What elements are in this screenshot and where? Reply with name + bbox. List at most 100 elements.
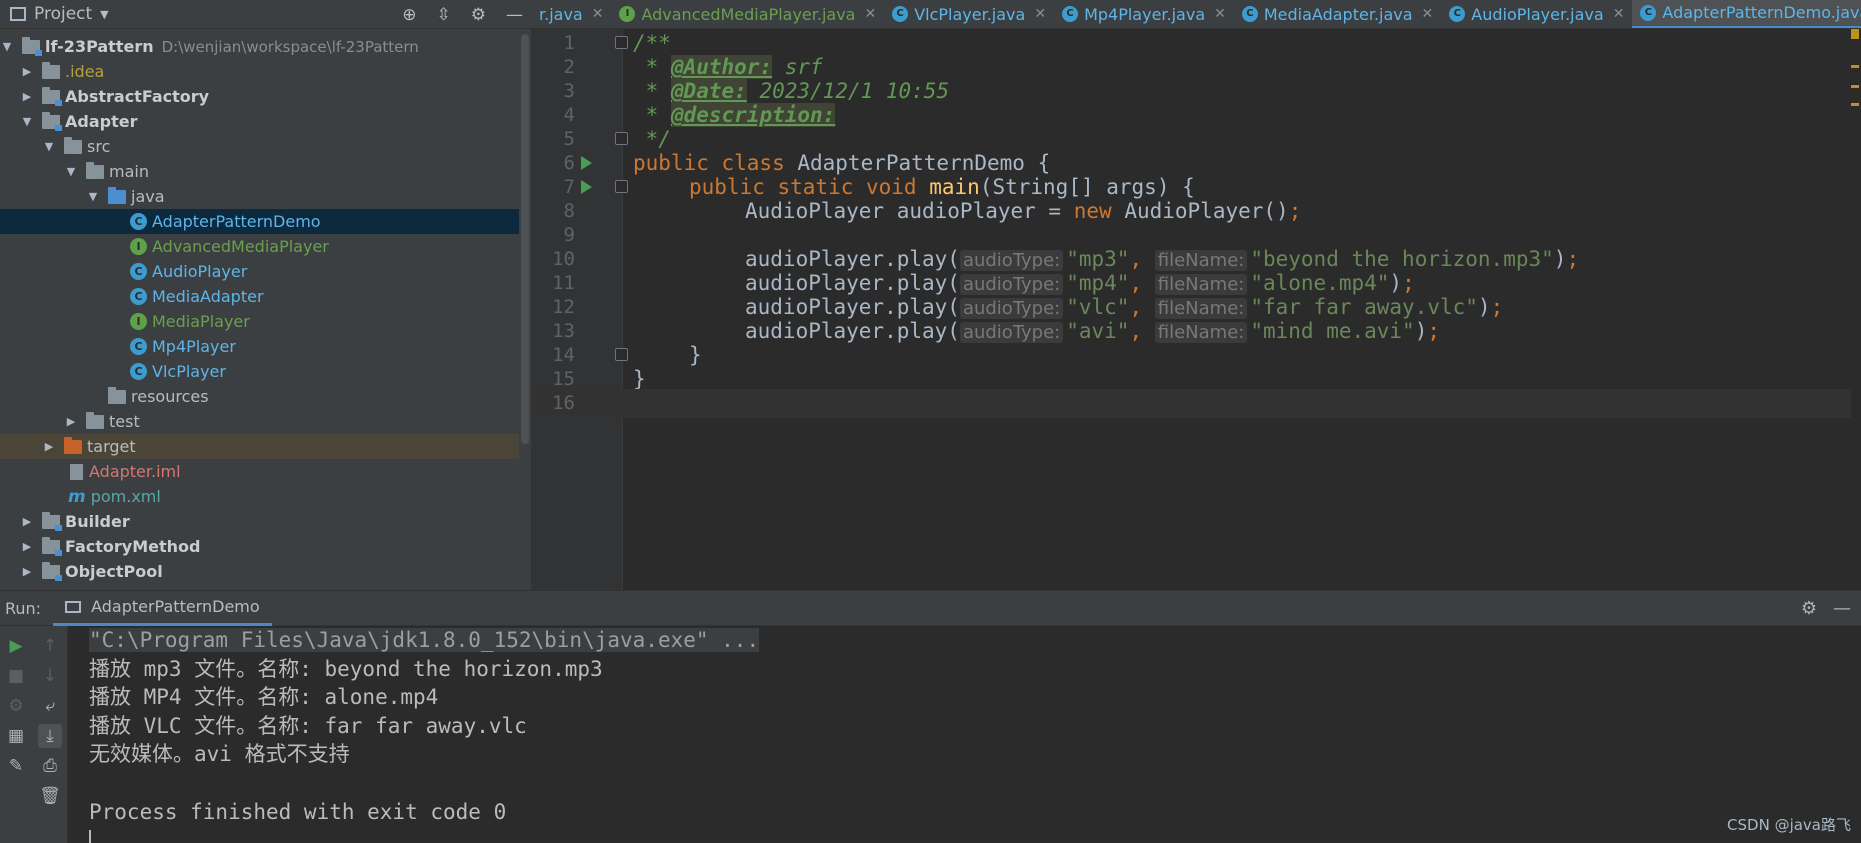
tree-item-main[interactable]: ▼ main xyxy=(0,159,519,184)
tree-item-mp4player[interactable]: C Mp4Player xyxy=(0,334,519,359)
stop-icon[interactable]: ■ xyxy=(4,664,28,688)
class-icon: C xyxy=(1241,6,1258,22)
debug-settings-icon[interactable]: ⚙ xyxy=(4,694,28,718)
tree-item-vlcplayer[interactable]: C VlcPlayer xyxy=(0,359,519,384)
warning-marker[interactable] xyxy=(1851,29,1859,39)
tree-item-root[interactable]: ▼ lf-23Pattern D:\wenjian\workspace\lf-2… xyxy=(0,34,519,59)
tab-audioplayer[interactable]: C AudioPlayer.java ✕ xyxy=(1441,0,1632,28)
tree-item-label: pom.xml xyxy=(90,487,161,506)
run-panel-header: Run: AdapterPatternDemo ⚙ — xyxy=(0,590,1861,626)
chevron-right-icon[interactable]: ▶ xyxy=(42,440,56,453)
chevron-down-icon[interactable]: ▼ xyxy=(64,165,78,178)
warning-marker[interactable] xyxy=(1851,103,1859,106)
run-gutter-icon[interactable] xyxy=(581,156,592,170)
layout-icon[interactable]: ▦ xyxy=(4,724,28,748)
tree-item-mediaplayer[interactable]: I MediaPlayer xyxy=(0,309,519,334)
fold-icon[interactable] xyxy=(615,180,628,193)
tree-item-advancedmediaplayer[interactable]: I AdvancedMediaPlayer xyxy=(0,234,519,259)
console-command[interactable]: "C:\Program Files\Java\jdk1.8.0_152\bin\… xyxy=(89,628,760,652)
line-number: 10 xyxy=(552,248,575,271)
fold-icon[interactable] xyxy=(615,36,628,49)
close-icon[interactable]: ✕ xyxy=(592,6,604,22)
minimize-icon[interactable]: — xyxy=(506,5,523,25)
fold-icon[interactable] xyxy=(615,132,628,145)
close-icon[interactable]: ✕ xyxy=(1422,6,1434,22)
chevron-down-icon[interactable]: ▼ xyxy=(42,140,56,153)
line-number: 16 xyxy=(552,392,575,415)
tree-item-audioplayer[interactable]: C AudioPlayer xyxy=(0,259,519,284)
trash-icon[interactable]: 🗑 xyxy=(38,784,62,808)
project-view-title[interactable]: Project xyxy=(34,4,92,24)
tree-item-abstractfactory[interactable]: ▶ AbstractFactory xyxy=(0,84,519,109)
minimize-icon[interactable]: — xyxy=(1833,598,1851,619)
run-gutter-icon[interactable] xyxy=(581,180,592,194)
module-folder-icon xyxy=(42,561,62,581)
tree-item-resources[interactable]: resources xyxy=(0,384,519,409)
line-number: 12 xyxy=(552,296,575,319)
collapse-all-icon[interactable]: ⇳ xyxy=(437,5,451,25)
tab-advancedmediaplayer[interactable]: I AdvancedMediaPlayer.java ✕ xyxy=(611,0,884,28)
warning-marker[interactable] xyxy=(1851,85,1859,88)
tab-mediaadapter[interactable]: C MediaAdapter.java ✕ xyxy=(1234,0,1441,28)
folder-icon xyxy=(86,411,104,429)
tree-item-java[interactable]: ▼ java xyxy=(0,184,519,209)
chevron-right-icon[interactable]: ▶ xyxy=(20,540,34,553)
code-editor[interactable]: 1 /** 2 * @Author: srf 3 * @Date: 2023/1… xyxy=(531,29,1861,590)
close-icon[interactable]: ✕ xyxy=(1613,6,1625,22)
chevron-down-icon[interactable]: ▼ xyxy=(86,190,100,203)
editor-error-stripe[interactable] xyxy=(1849,29,1861,590)
chevron-right-icon[interactable]: ▶ xyxy=(20,65,34,78)
tree-item-objectpool[interactable]: ▶ ObjectPool xyxy=(0,559,519,584)
chevron-right-icon[interactable]: ▶ xyxy=(20,90,34,103)
tab-adapterpatterndemo[interactable]: C AdapterPatternDemo.java ✕ xyxy=(1632,0,1861,28)
tree-item-target[interactable]: ▶ target xyxy=(0,434,519,459)
project-tree: ▼ lf-23Pattern D:\wenjian\workspace\lf-2… xyxy=(0,34,519,584)
locate-icon[interactable]: ⊕ xyxy=(402,5,416,25)
tree-item-mediaadapter[interactable]: C MediaAdapter xyxy=(0,284,519,309)
tree-item-adapterpatterndemo[interactable]: C AdapterPatternDemo xyxy=(0,209,519,234)
tab-r-java[interactable]: r.java ✕ xyxy=(531,0,611,28)
chevron-down-icon[interactable]: ▼ xyxy=(20,115,34,128)
tree-item-idea[interactable]: ▶ .idea xyxy=(0,59,519,84)
soft-wrap-icon[interactable]: ⤶ xyxy=(38,694,62,718)
tab-mp4player[interactable]: C Mp4Player.java ✕ xyxy=(1054,0,1234,28)
code-text: /** xyxy=(633,31,671,56)
pin-icon[interactable]: ✎ xyxy=(4,754,28,778)
chevron-down-icon[interactable]: ▼ xyxy=(0,40,14,53)
print-icon[interactable]: ⎙ xyxy=(38,754,62,778)
tree-item-test[interactable]: ▶ test xyxy=(0,409,519,434)
run-tab[interactable]: AdapterPatternDemo xyxy=(53,590,272,626)
scroll-to-end-icon[interactable]: ⤓ xyxy=(38,724,62,748)
warning-marker[interactable] xyxy=(1851,65,1859,68)
chevron-down-icon[interactable]: ▼ xyxy=(100,8,108,21)
tab-vlcplayer[interactable]: C VlcPlayer.java ✕ xyxy=(884,0,1054,28)
arrow-down-icon[interactable]: ↓ xyxy=(38,664,62,688)
tree-item-adapter[interactable]: ▼ Adapter xyxy=(0,109,519,134)
close-icon[interactable]: ✕ xyxy=(1034,6,1046,22)
project-scrollbar[interactable] xyxy=(521,34,529,444)
arrow-up-icon[interactable]: ↑ xyxy=(38,634,62,658)
fold-icon[interactable] xyxy=(615,348,628,361)
tree-item-builder[interactable]: ▶ Builder xyxy=(0,509,519,534)
rerun-icon[interactable]: ▶ xyxy=(4,634,28,658)
text-cursor xyxy=(89,830,91,843)
chevron-right-icon[interactable]: ▶ xyxy=(20,515,34,528)
gear-icon[interactable]: ⚙ xyxy=(1801,598,1817,619)
line-number: 11 xyxy=(552,272,575,295)
maven-icon: m xyxy=(68,486,86,507)
watermark: CSDN @java路飞 xyxy=(1727,816,1851,834)
interface-icon: I xyxy=(130,238,147,255)
folder-icon xyxy=(64,136,82,154)
close-icon[interactable]: ✕ xyxy=(1214,6,1226,22)
chevron-right-icon[interactable]: ▶ xyxy=(20,565,34,578)
code-line-current[interactable]: 16 xyxy=(531,389,1851,418)
tree-item-adapter-iml[interactable]: Adapter.iml xyxy=(0,459,519,484)
module-folder-icon xyxy=(42,86,62,106)
close-icon[interactable]: ✕ xyxy=(864,6,876,22)
tree-item-factorymethod[interactable]: ▶ FactoryMethod xyxy=(0,534,519,559)
gear-icon[interactable]: ⚙ xyxy=(471,5,486,25)
console-output[interactable]: "C:\Program Files\Java\jdk1.8.0_152\bin\… xyxy=(89,626,760,843)
chevron-right-icon[interactable]: ▶ xyxy=(64,415,78,428)
tree-item-src[interactable]: ▼ src xyxy=(0,134,519,159)
tree-item-pom[interactable]: m pom.xml xyxy=(0,484,519,509)
